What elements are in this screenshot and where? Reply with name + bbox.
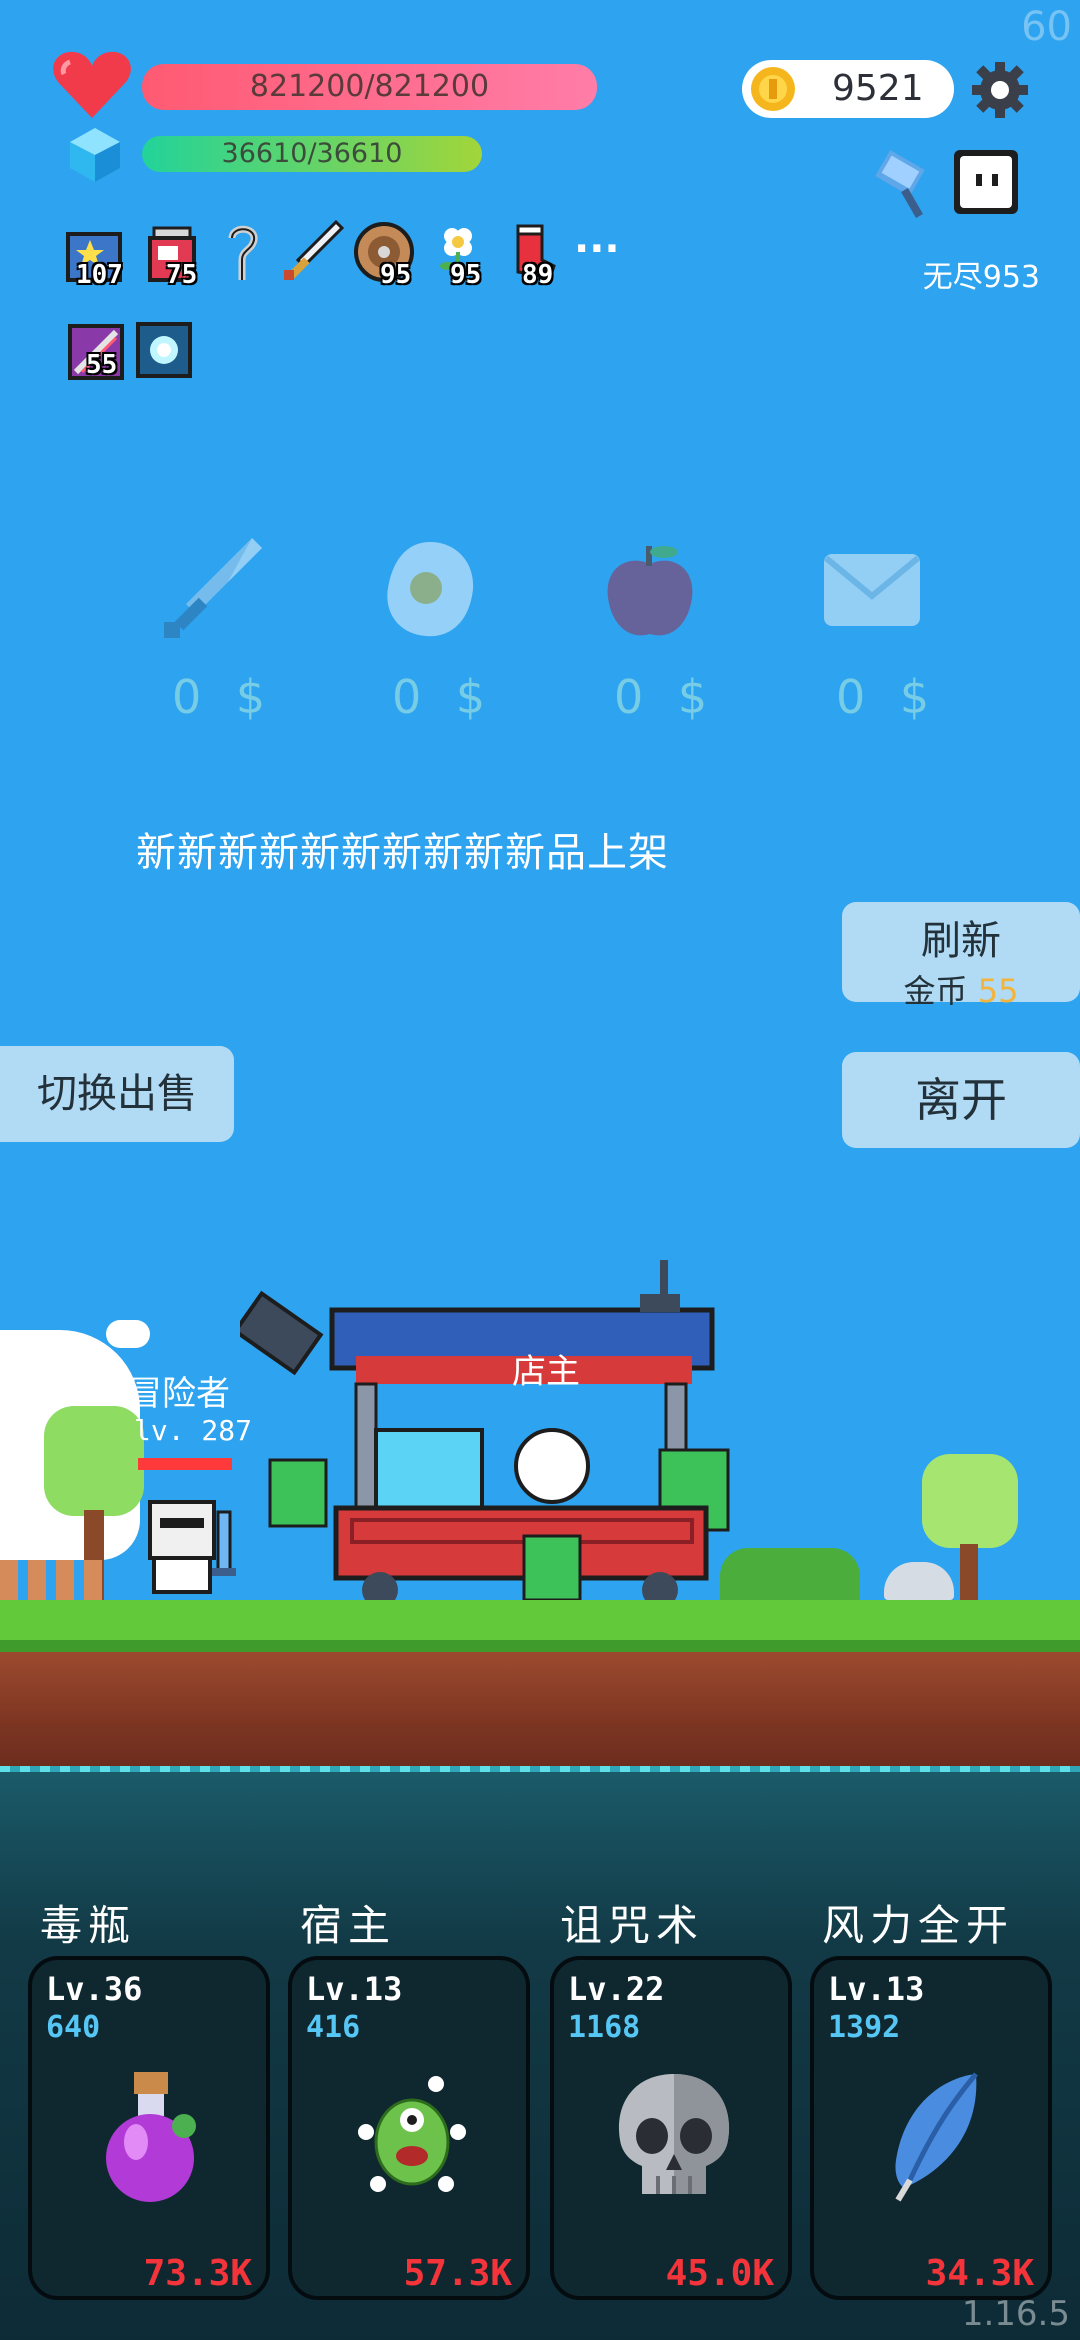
skill-value: 1168 [568,2010,641,2045]
tree [44,1406,144,1516]
skill-card-poison-bottle[interactable]: Lv.36 640 73.3K [28,1956,270,2300]
item-count: 55 [86,350,118,380]
blue-axe-icon[interactable] [866,144,944,222]
skill-title: 毒瓶 [40,1901,137,1950]
skill-cost: 34.3K [925,2253,1034,2294]
hook-icon[interactable] [212,220,272,280]
shop-item-price: 0 $ [172,670,276,724]
tree-trunk [960,1544,978,1600]
fence [0,1560,110,1600]
skull-icon [610,2070,738,2202]
player-hp-bar [138,1458,232,1470]
poison-bottle-icon [92,2068,212,2204]
item-count: 107 [76,260,123,290]
item-count: 95 [380,260,412,290]
skill-cost: 45.0K [665,2253,774,2294]
switch-sell-button[interactable]: 切换出售 [0,1046,234,1142]
skill-value: 1392 [828,2010,901,2045]
skill-card-full-wind[interactable]: Lv.13 1392 34.3K [810,1956,1052,2300]
fps-counter: 60 [1021,4,1072,50]
shop-banner: 新新新新新新新新新新品上架 [136,830,669,876]
skill-title: 风力全开 [822,1901,1015,1950]
shop-envelope-icon[interactable] [820,550,924,630]
mp-bar: 36610/36610 [142,136,482,172]
coin-icon [748,64,798,114]
grass-edge [0,1640,1080,1652]
tree [922,1454,1018,1548]
heart-icon [52,48,132,120]
cloud [106,1320,150,1348]
shop-item-price: 0 $ [614,670,718,724]
shop-item-price: 0 $ [392,670,496,724]
skill-card-curse[interactable]: Lv.22 1168 45.0K [550,1956,792,2300]
hp-bar: 821200/821200 [142,64,597,110]
settings-gear-icon[interactable] [970,60,1030,120]
skill-cost: 73.3K [143,2253,252,2294]
skill-value: 640 [46,2010,101,2045]
shop-cart[interactable] [232,1250,780,1610]
green-monster-icon [352,2072,472,2196]
skill-title: 宿主 [300,1901,397,1950]
feather-icon [880,2068,990,2204]
shop-egg-icon[interactable] [378,538,482,642]
light-card-icon[interactable] [134,320,194,380]
player-sprite[interactable] [140,1492,250,1602]
ghost-pet-icon[interactable] [950,146,1022,218]
item-count: 89 [522,260,554,290]
skill-level: Lv.22 [568,1970,665,2008]
coin-amount: 9521 [832,68,924,109]
skill-level: Lv.13 [306,1970,403,2008]
skill-card-host[interactable]: Lv.13 416 57.3K [288,1956,530,2300]
crystal-icon [66,126,124,184]
refresh-button[interactable]: 刷新 金币 55 [842,902,1080,1010]
endless-level: 无尽953 [922,260,1040,295]
shopkeeper-label: 店主 [512,1352,580,1392]
more-items-button[interactable]: ··· [574,226,620,272]
refresh-cost-label: 金币 [903,972,968,1010]
sword-icon[interactable] [280,218,345,280]
shop-apple-icon[interactable] [600,540,700,644]
player-level: lv. 287 [134,1414,253,1447]
refresh-cost: 55 [977,972,1019,1010]
skill-value: 416 [306,2010,361,2045]
refresh-label: 刷新 [921,918,1001,964]
leave-button[interactable]: 离开 [842,1052,1080,1148]
dirt-layer [0,1652,1080,1772]
rock [884,1562,954,1600]
item-count: 75 [166,260,198,290]
skill-cost: 57.3K [403,2253,512,2294]
version-label: 1.16.5 [961,2294,1070,2334]
skill-title: 诅咒术 [560,1901,705,1950]
shop-item-price: 0 $ [836,670,940,724]
player-name: 冒险者 [128,1374,230,1414]
skill-level: Lv.36 [46,1970,143,2008]
item-count: 95 [450,260,482,290]
skill-level: Lv.13 [828,1970,925,2008]
shop-sword-icon[interactable] [156,534,266,644]
